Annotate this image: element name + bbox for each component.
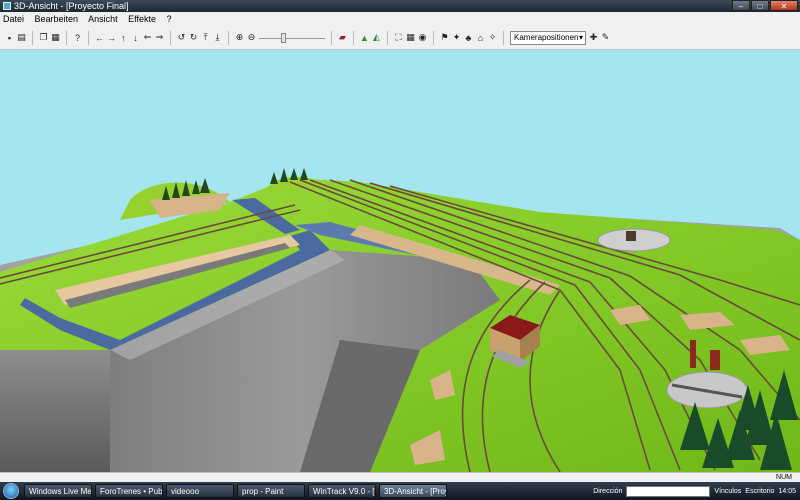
menu-effekte[interactable]: Effekte — [128, 14, 156, 24]
desktop-label[interactable]: Escritorio — [745, 488, 774, 495]
copy-icon[interactable]: ❐ — [39, 32, 48, 43]
house-icon[interactable]: ⌂ — [476, 32, 485, 43]
minimize-button[interactable]: – — [732, 0, 750, 11]
address-input[interactable] — [626, 485, 711, 497]
rotate-left-icon[interactable]: ↺ — [177, 32, 186, 43]
camera-icon[interactable]: ◉ — [418, 32, 427, 43]
toolbar-separator — [387, 30, 388, 45]
zoom-in-icon[interactable]: ⊕ — [235, 32, 244, 43]
toolbar-separator — [170, 30, 171, 45]
menu-bearbeiten[interactable]: Bearbeiten — [35, 14, 79, 24]
toolbar-separator — [88, 30, 89, 45]
camera-positions-label: Kamerapositionen — [514, 32, 579, 42]
task-button[interactable]: Windows Live Mes... — [24, 484, 92, 498]
address-label: Dirección — [593, 487, 623, 495]
fullscreen-icon[interactable]: ⛶ — [394, 32, 403, 43]
tree-icon[interactable]: ♣ — [464, 32, 473, 43]
task-button[interactable]: videooo — [166, 484, 234, 498]
menu-bar: Datei Bearbeiten Ansicht Effekte ? — [0, 12, 800, 26]
engine-shed-2 — [690, 340, 696, 368]
help-icon[interactable]: ? — [73, 32, 82, 43]
system-tray: Dirección Vínculos Escritorio 14:05 — [593, 482, 800, 500]
task-button[interactable]: ForoTrenes • Publi... — [95, 484, 163, 498]
move-back-icon[interactable]: ⇐ — [143, 32, 152, 43]
save-icon[interactable]: ▪ — [5, 32, 14, 43]
train-icon[interactable]: ▰ — [338, 32, 347, 43]
toolbar-separator — [331, 30, 332, 45]
grid-icon[interactable]: ▦ — [406, 32, 415, 43]
num-lock-indicator: NUM — [776, 474, 792, 481]
zoom-out-icon[interactable]: ⊖ — [247, 32, 256, 43]
taskbar: Windows Live Mes... ForoTrenes • Publi..… — [0, 482, 800, 500]
cliff-front-left — [0, 350, 110, 472]
task-button[interactable]: WinTrack V9.0 - [...] — [308, 484, 376, 498]
start-button[interactable] — [3, 483, 19, 499]
arrow-down-icon[interactable]: ↓ — [131, 32, 140, 43]
arrow-left-icon[interactable]: ← — [95, 32, 104, 43]
terrain-icon[interactable]: ◭ — [372, 32, 381, 43]
clock: 14:05 — [778, 487, 796, 495]
print-icon[interactable]: ▤ — [17, 32, 26, 43]
3d-scene[interactable] — [0, 50, 800, 472]
window-controls: – □ ✕ — [732, 0, 798, 12]
close-button[interactable]: ✕ — [770, 0, 798, 11]
task-button-active[interactable]: 3D-Ansicht - [Proy... — [379, 484, 447, 498]
toolbar-separator — [353, 30, 354, 45]
tilt-up-icon[interactable]: ⤒ — [201, 32, 210, 43]
zoom-slider[interactable] — [259, 32, 325, 44]
camera-positions-select[interactable]: Kamerapositionen — [510, 30, 586, 45]
maximize-button[interactable]: □ — [751, 0, 769, 11]
camera-add-icon[interactable]: ✚ — [589, 32, 598, 43]
landscape-icon[interactable]: ▲ — [360, 32, 369, 43]
toolbar-separator — [228, 30, 229, 45]
light-icon[interactable]: ✦ — [452, 32, 461, 43]
title-bar: 3D-Ansicht - [Proyecto Final] – □ ✕ — [0, 0, 800, 12]
3d-viewport[interactable] — [0, 50, 800, 472]
links-label[interactable]: Vínculos — [714, 488, 741, 495]
move-forward-icon[interactable]: ⇒ — [155, 32, 164, 43]
toolbar-separator — [32, 30, 33, 45]
tilt-down-icon[interactable]: ⤓ — [213, 32, 222, 43]
engine-shed — [710, 350, 720, 370]
signal-icon[interactable]: ⚑ — [440, 32, 449, 43]
menu-datei[interactable]: Datei — [3, 14, 24, 24]
camera-remove-icon[interactable]: ✎ — [601, 32, 610, 43]
toolbar-separator — [503, 30, 504, 45]
menu-help[interactable]: ? — [167, 14, 172, 24]
menu-ansicht[interactable]: Ansicht — [88, 14, 118, 24]
turntable-upper-bridge — [626, 231, 636, 241]
arrow-up-icon[interactable]: ↑ — [119, 32, 128, 43]
paste-icon[interactable]: ▦ — [51, 32, 60, 43]
waypoint-icon[interactable]: ✧ — [488, 32, 497, 43]
toolbar-separator — [66, 30, 67, 45]
zoom-slider-thumb[interactable] — [281, 32, 286, 43]
app-icon — [3, 2, 11, 10]
rotate-right-icon[interactable]: ↻ — [189, 32, 198, 43]
toolbar-separator — [433, 30, 434, 45]
window-title: 3D-Ansicht - [Proyecto Final] — [14, 1, 129, 11]
toolbar: ▪ ▤ ❐ ▦ ? ← → ↑ ↓ ⇐ ⇒ ↺ ↻ ⤒ ⤓ ⊕ ⊖ ▰ ▲ ◭ … — [0, 26, 800, 50]
task-button[interactable]: prop - Paint — [237, 484, 305, 498]
status-bar: NUM — [0, 472, 800, 482]
arrow-right-icon[interactable]: → — [107, 32, 116, 43]
